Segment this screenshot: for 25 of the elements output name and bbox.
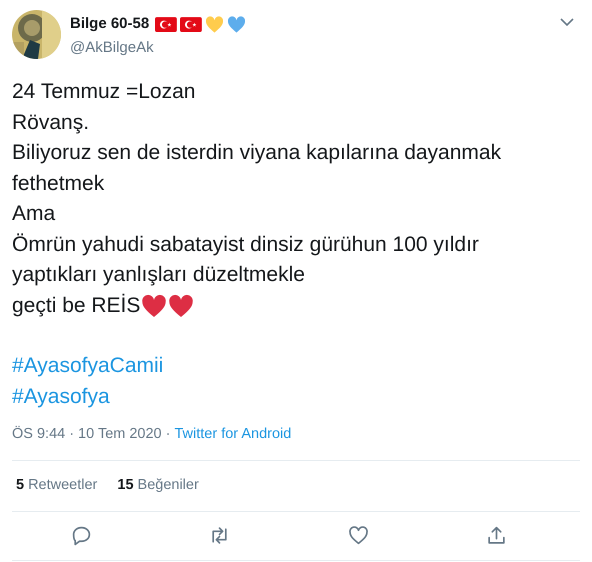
stat-label[interactable]: Retweetler	[28, 474, 98, 497]
stat-count[interactable]: 15	[117, 474, 134, 497]
separator-dot: ·	[166, 425, 170, 444]
tweet-time: ÖS 9:44	[12, 424, 66, 444]
tweet-text: Rövanş.	[12, 110, 90, 136]
tweet-date: 10 Tem 2020	[78, 425, 162, 444]
tweet-text: yaptıkları yanlışları düzeltmekle	[12, 262, 305, 288]
tweet-text: 24 Temmuz =Lozan	[12, 79, 196, 105]
stat-count[interactable]: 5	[16, 474, 24, 497]
tweet-text: Ama	[12, 201, 56, 227]
share-icon[interactable]	[486, 525, 508, 546]
tweet-text: geçti be REİS	[12, 292, 140, 318]
tweet-text: fethetmek	[12, 170, 104, 196]
stat-label[interactable]: Beğeniler	[138, 474, 199, 497]
tweet-text: Biliyoruz sen de isterdin viyana kapılarına dayanmak	[12, 140, 502, 166]
speech-bubble-icon[interactable]	[70, 525, 92, 546]
source-link[interactable]: Twitter for Android	[174, 424, 292, 446]
tweet-text: Ömrün yahudi sabatayist dinsiz gürühun 100 yıldır	[12, 232, 479, 258]
hashtag-link[interactable]: #AyasofyaCamii	[12, 351, 164, 382]
separator-dot: ·	[69, 425, 74, 444]
heart-icon[interactable]	[348, 525, 369, 546]
chevron-down-icon[interactable]	[560, 18, 574, 26]
author-name[interactable]: Bilge 60-58	[70, 13, 150, 36]
author-handle[interactable]: @AkBilgeAk	[70, 36, 560, 59]
hashtag-link[interactable]: #Ayasofya	[12, 382, 110, 412]
